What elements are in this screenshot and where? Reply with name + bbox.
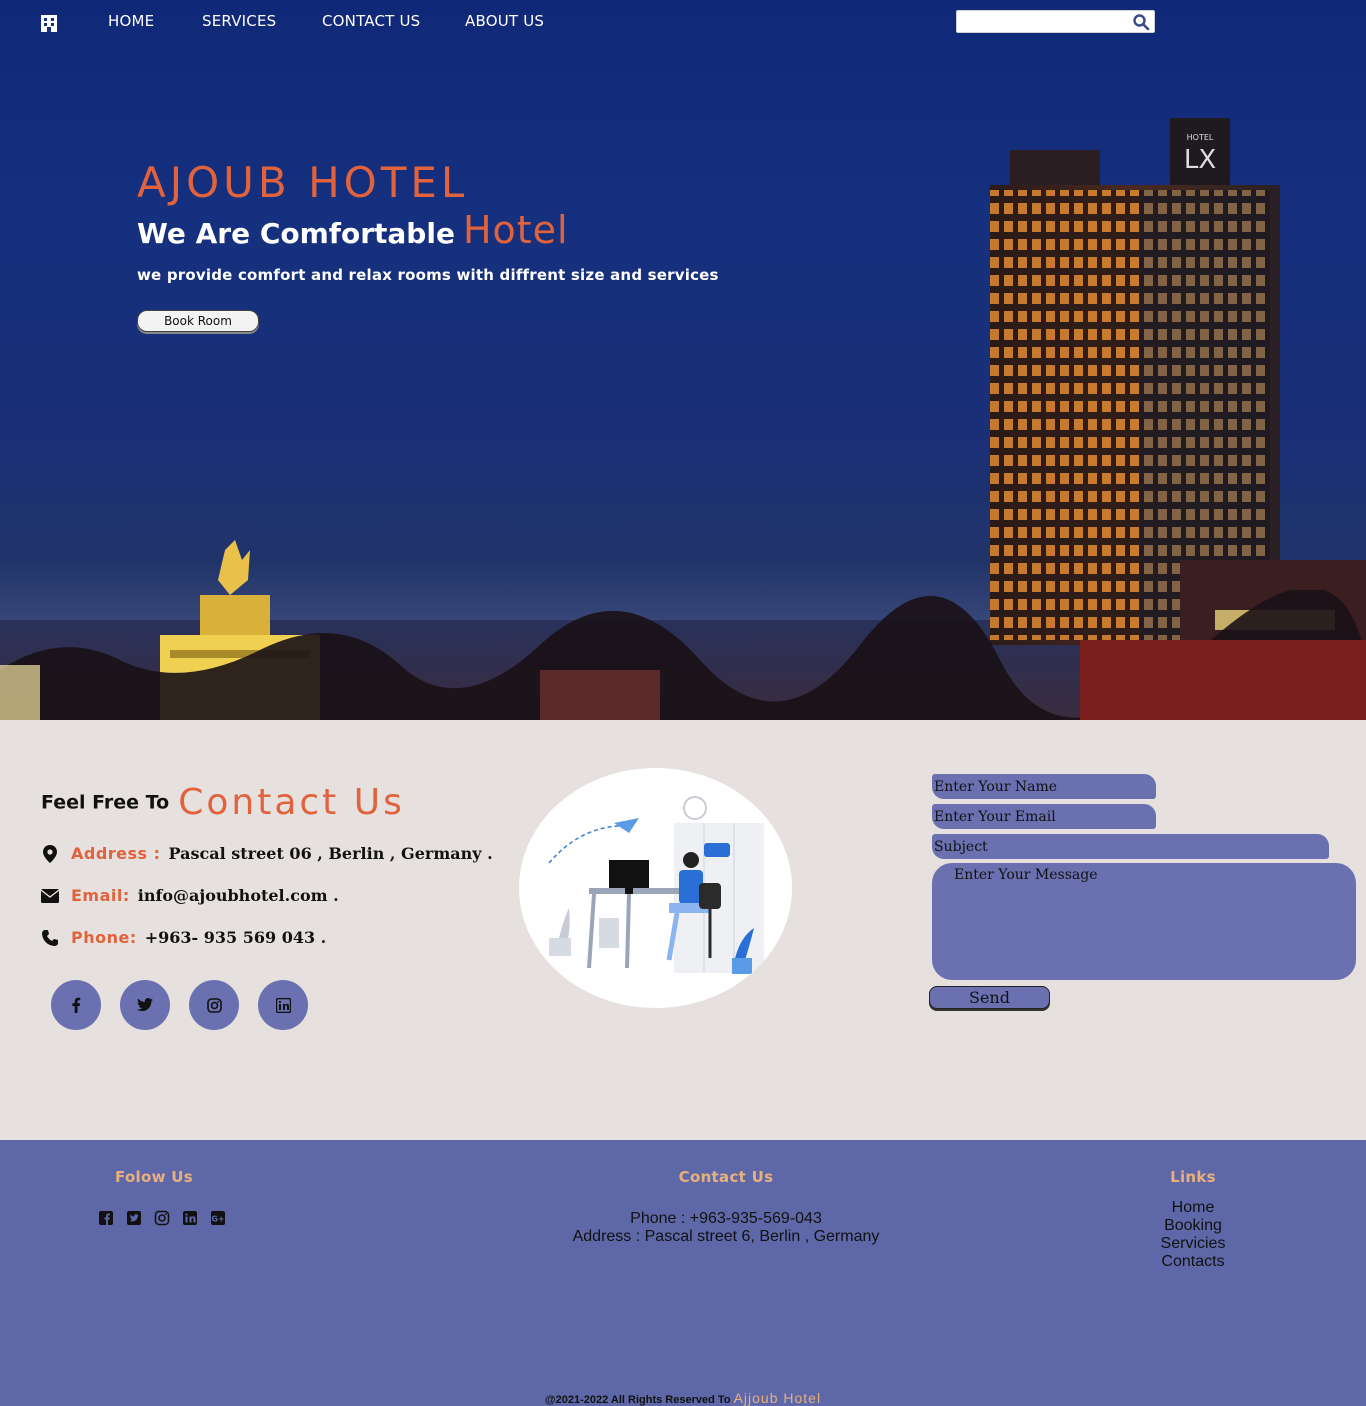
twitter-square-icon[interactable] — [126, 1210, 142, 1226]
footer-contact-phone: Phone : +963-935-569-043 — [630, 1210, 822, 1227]
search-input[interactable] — [957, 11, 1127, 33]
footer-social-icons: G+ — [98, 1210, 226, 1226]
phone-value: +963- 935 569 043 . — [144, 928, 327, 947]
copyright-brand: Ajjoub Hotel — [733, 1390, 822, 1406]
site-footer: Folow Us G+ Contact Us Phone : +963-935-… — [0, 1140, 1366, 1406]
facebook-icon — [72, 997, 81, 1013]
search-icon[interactable] — [1132, 13, 1150, 31]
name-input[interactable] — [932, 774, 1156, 799]
phone-icon — [41, 929, 59, 947]
nav-services[interactable]: SERVICES — [202, 12, 276, 30]
footer-link-booking[interactable]: Booking — [1133, 1217, 1253, 1235]
facebook-social-button[interactable] — [51, 980, 101, 1030]
hero-subtitle-lead: We Are Comfortable — [137, 217, 455, 250]
address-label: Address : — [71, 844, 161, 863]
footer-link-home[interactable]: Home — [1133, 1199, 1253, 1217]
subject-input[interactable] — [932, 834, 1329, 859]
contact-heading: Feel Free To Contact Us — [41, 782, 405, 823]
svg-text:G+: G+ — [211, 1215, 224, 1224]
contact-heading-big: Contact Us — [178, 782, 405, 823]
hero-subtitle: We Are Comfortable Hotel — [137, 208, 569, 252]
message-textarea[interactable] — [932, 863, 1356, 980]
linkedin-icon[interactable] — [182, 1210, 198, 1226]
instagram-icon[interactable] — [154, 1210, 170, 1226]
email-value: info@ajoubhotel.com . — [137, 886, 339, 905]
footer-links-title: Links — [1170, 1168, 1216, 1186]
footer-link-services[interactable]: Servicies — [1133, 1235, 1253, 1253]
footer-contact-title: Contact Us — [678, 1168, 774, 1186]
twitter-icon — [137, 998, 153, 1011]
linkedin-icon — [275, 997, 291, 1013]
hero-title: AJOUB HOTEL — [137, 158, 469, 207]
footer-link-contacts[interactable]: Contacts — [1133, 1253, 1253, 1271]
footer-follow-title: Folow Us — [115, 1168, 193, 1186]
phone-label: Phone: — [71, 928, 137, 947]
top-navbar: HOME SERVICES CONTACT US ABOUT US — [0, 0, 1366, 44]
twitter-social-button[interactable] — [120, 980, 170, 1030]
phone-row: Phone: +963- 935 569 043 . — [41, 928, 326, 947]
email-input[interactable] — [932, 804, 1156, 829]
customer-support-illustration — [519, 768, 792, 1008]
nav-about-us[interactable]: ABOUT US — [465, 12, 544, 30]
email-label: Email: — [71, 886, 130, 905]
book-room-button[interactable]: Book Room — [137, 310, 259, 332]
copyright-notice: @2021-2022 All Rights Reserved To Ajjoub… — [0, 1390, 1366, 1406]
svg-text:LX: LX — [1184, 145, 1216, 175]
map-marker-icon — [41, 844, 59, 863]
hero-section: HOTEL LX HOME SERVICES CONTACT US ABOUT … — [0, 0, 1366, 720]
nav-home[interactable]: HOME — [108, 12, 154, 30]
instagram-icon — [206, 997, 222, 1013]
google-plus-icon[interactable]: G+ — [210, 1210, 226, 1226]
email-row: Email: info@ajoubhotel.com . — [41, 886, 339, 905]
nav-contact-us[interactable]: CONTACT US — [322, 12, 420, 30]
envelope-icon — [41, 887, 59, 905]
hero-description: we provide comfort and relax rooms with … — [137, 266, 719, 284]
footer-contact-address: Address : Pascal street 6, Berlin , Germ… — [572, 1228, 880, 1245]
contact-heading-lead: Feel Free To — [41, 791, 170, 814]
facebook-square-icon[interactable] — [98, 1210, 114, 1226]
address-row: Address : Pascal street 06 , Berlin , Ge… — [41, 844, 493, 863]
hotel-tower-image: HOTEL LX — [990, 118, 1366, 645]
instagram-social-button[interactable] — [189, 980, 239, 1030]
contact-section: Feel Free To Contact Us Address : Pascal… — [0, 720, 1366, 1140]
treeline — [0, 587, 1366, 720]
copyright-text: @2021-2022 All Rights Reserved To — [544, 1394, 731, 1406]
hotel-logo-icon[interactable] — [38, 12, 60, 34]
linkedin-social-button[interactable] — [258, 980, 308, 1030]
svg-text:HOTEL: HOTEL — [1187, 133, 1214, 142]
address-value: Pascal street 06 , Berlin , Germany . — [168, 844, 493, 863]
search-box — [956, 10, 1155, 33]
send-button[interactable]: Send — [929, 986, 1050, 1009]
hero-subtitle-accent: Hotel — [462, 208, 569, 252]
